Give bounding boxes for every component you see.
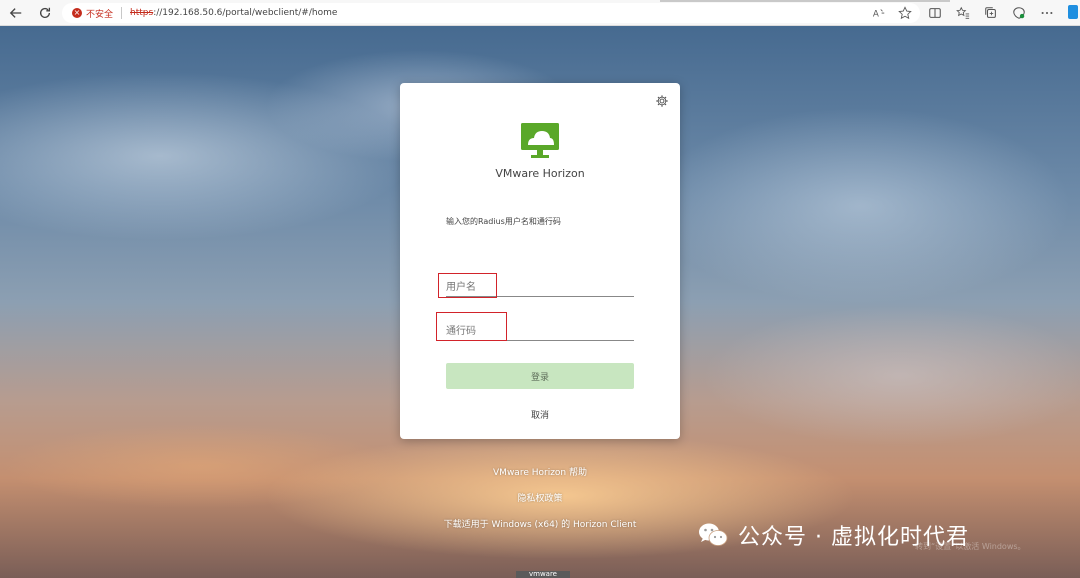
vmware-badge: vmware [516, 571, 570, 578]
annotation-box-username [438, 273, 497, 298]
favorites-list-icon[interactable] [956, 6, 970, 20]
url-scheme: https [130, 8, 154, 18]
wechat-icon [699, 523, 728, 546]
login-instruction: 输入您的Radius用户名和通行码 [446, 217, 561, 226]
product-name: VMware Horizon [495, 167, 585, 180]
tab-strip-edge [660, 0, 950, 2]
profile-avatar[interactable] [1068, 5, 1078, 19]
back-arrow-icon [9, 7, 22, 18]
collections-icon[interactable] [984, 6, 998, 20]
browser-toolbar: × 不安全 https ://192.168.50.6/portal/webcl… [0, 0, 1080, 26]
privacy-link[interactable]: 隐私权政策 [0, 491, 1080, 504]
gear-icon[interactable] [655, 94, 669, 108]
read-aloud-icon[interactable]: A [872, 6, 886, 20]
security-indicator[interactable]: × 不安全 [72, 7, 113, 20]
reload-icon [39, 7, 51, 18]
favorite-star-icon[interactable] [898, 6, 912, 20]
split-screen-icon[interactable] [928, 6, 942, 20]
horizon-logo-icon [521, 123, 559, 158]
more-icon[interactable] [1040, 6, 1054, 20]
back-button[interactable] [3, 0, 29, 26]
activation-notice: 转到“设置”以激活 Windows。 [915, 542, 1026, 551]
svg-text:A: A [873, 10, 879, 20]
url-text: ://192.168.50.6/portal/webclient/#/home [153, 8, 338, 18]
help-link[interactable]: VMware Horizon 帮助 [0, 465, 1080, 478]
login-button[interactable]: 登录 [446, 363, 634, 389]
security-text: 不安全 [86, 9, 114, 20]
warning-icon: × [72, 8, 82, 18]
reload-button[interactable] [32, 0, 58, 26]
divider [121, 7, 123, 19]
address-bar[interactable]: × 不安全 https ://192.168.50.6/portal/webcl… [62, 3, 920, 23]
cancel-link[interactable]: 取消 [400, 408, 680, 421]
login-card: VMware Horizon 输入您的Radius用户名和通行码 登录 取消 [400, 83, 680, 439]
annotation-box-passcode [436, 312, 507, 341]
browser-essentials-icon[interactable] [1012, 6, 1026, 20]
